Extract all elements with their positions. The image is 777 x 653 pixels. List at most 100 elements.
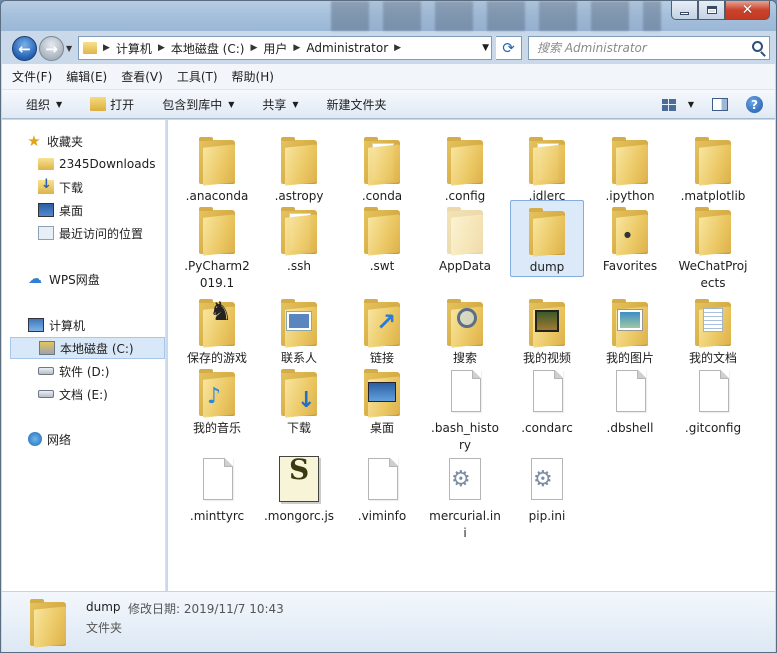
file-item[interactable]: .conda xyxy=(345,130,419,205)
script-file-icon xyxy=(275,454,323,506)
file-item[interactable]: 我的文档 xyxy=(676,292,750,367)
breadcrumb-drive-c[interactable]: 本地磁盘 (C:) xyxy=(171,40,245,57)
nav-item-downloads[interactable]: 下载 xyxy=(38,176,164,198)
share-button[interactable]: 共享 ▼ xyxy=(262,96,298,113)
new-folder-label: 新建文件夹 xyxy=(326,97,387,112)
folder-icon xyxy=(606,134,654,186)
menu-bar: 文件(F) 编辑(E) 查看(V) 工具(T) 帮助(H) xyxy=(2,64,775,90)
minimize-button[interactable] xyxy=(671,1,698,20)
search-box[interactable] xyxy=(528,36,770,60)
title-bar[interactable]: ✕ xyxy=(1,1,776,31)
file-icon xyxy=(441,366,489,418)
file-item[interactable]: .dbshell xyxy=(593,362,667,437)
close-button[interactable]: ✕ xyxy=(725,1,770,20)
nav-drive-c[interactable]: 本地磁盘 (C:) xyxy=(10,337,165,359)
file-item[interactable]: 我的视频 xyxy=(510,292,584,367)
drive-icon xyxy=(38,390,54,398)
nav-item-desktop[interactable]: 桌面 xyxy=(38,199,164,221)
star-icon: ★ xyxy=(27,132,41,150)
file-item[interactable]: .mongorc.js xyxy=(262,450,336,525)
nav-item-recent-places[interactable]: 最近访问的位置 xyxy=(38,222,164,244)
chevron-right-icon[interactable]: ▶ xyxy=(293,43,300,53)
file-icon xyxy=(523,366,571,418)
file-item[interactable]: dump xyxy=(510,200,584,277)
address-dropdown-icon[interactable]: ▼ xyxy=(482,43,489,53)
menu-file[interactable]: 文件(F) xyxy=(12,68,52,85)
nav-drive-d[interactable]: 软件 (D:) xyxy=(38,360,164,382)
file-item[interactable]: .ipython xyxy=(593,130,667,205)
recent-pages-dropdown[interactable]: ▼ xyxy=(66,44,72,53)
file-item[interactable]: 桌面 xyxy=(345,362,419,437)
breadcrumb-administrator[interactable]: Administrator xyxy=(306,41,388,55)
file-item[interactable]: .condarc xyxy=(510,362,584,437)
nav-drive-e[interactable]: 文档 (E:) xyxy=(38,383,164,405)
forward-button[interactable]: → xyxy=(39,36,64,61)
file-item[interactable]: .viminfo xyxy=(345,450,419,525)
nav-computer[interactable]: 计算机 xyxy=(28,314,164,336)
file-item[interactable]: .swt xyxy=(345,200,419,275)
open-label: 打开 xyxy=(110,97,135,112)
open-folder-icon xyxy=(90,97,107,111)
nav-item-label: 桌面 xyxy=(59,203,84,218)
breadcrumb-computer[interactable]: 计算机 xyxy=(116,40,152,57)
file-item[interactable]: .astropy xyxy=(262,130,336,205)
folder-icon xyxy=(441,296,489,348)
file-item[interactable]: .anaconda xyxy=(180,130,254,205)
file-item[interactable]: WeChatProjects xyxy=(676,200,750,292)
include-in-library-button[interactable]: 包含到库中 ▼ xyxy=(162,96,234,113)
address-bar[interactable]: ▶ 计算机 ▶ 本地磁盘 (C:) ▶ 用户 ▶ Administrator ▶… xyxy=(78,36,492,60)
maximize-button[interactable] xyxy=(698,1,725,20)
maximize-icon xyxy=(706,6,717,14)
file-item[interactable]: ♞ 保存的游戏 xyxy=(180,292,254,367)
file-item[interactable]: pip.ini xyxy=(510,450,584,525)
file-item[interactable]: ↗ 链接 xyxy=(345,292,419,367)
nav-wps-cloud[interactable]: ☁ WPS网盘 xyxy=(28,268,164,290)
menu-tools[interactable]: 工具(T) xyxy=(177,68,218,85)
file-item[interactable]: .bash_history xyxy=(428,362,502,454)
file-item[interactable]: .ssh xyxy=(262,200,336,275)
open-button[interactable]: 打开 xyxy=(90,96,134,113)
file-item[interactable]: 联系人 xyxy=(262,292,336,367)
forward-arrow-icon: → xyxy=(45,39,58,58)
nav-favorites[interactable]: ★ 收藏夹 xyxy=(26,130,164,152)
chevron-right-icon[interactable]: ▶ xyxy=(394,43,401,53)
breadcrumb-users[interactable]: 用户 xyxy=(263,40,287,57)
menu-view[interactable]: 查看(V) xyxy=(121,68,163,85)
nav-item-label: 最近访问的位置 xyxy=(59,226,144,241)
file-item[interactable]: .gitconfig xyxy=(676,362,750,437)
menu-edit[interactable]: 编辑(E) xyxy=(66,68,107,85)
search-input[interactable] xyxy=(537,41,737,55)
chevron-right-icon[interactable]: ▶ xyxy=(250,43,257,53)
change-view-icon[interactable] xyxy=(661,98,676,111)
file-item[interactable]: ● Favorites xyxy=(593,200,667,275)
chevron-right-icon[interactable]: ▶ xyxy=(158,43,165,53)
folder-icon xyxy=(275,204,323,256)
file-item[interactable]: .minttyrc xyxy=(180,450,254,525)
new-folder-button[interactable]: 新建文件夹 xyxy=(327,96,387,113)
nav-item-2345downloads[interactable]: 2345Downloads xyxy=(38,153,164,175)
help-icon[interactable]: ? xyxy=(746,96,763,113)
search-icon[interactable] xyxy=(752,41,763,52)
file-item-label: dump xyxy=(529,260,565,274)
file-item-label: 桌面 xyxy=(369,421,394,435)
file-item[interactable]: 搜索 xyxy=(428,292,502,367)
file-item[interactable]: .config xyxy=(428,130,502,205)
nav-favorites-label: 收藏夹 xyxy=(47,134,84,149)
refresh-button[interactable]: ⟳ xyxy=(496,36,522,60)
file-item[interactable]: .PyCharm2019.1 xyxy=(180,200,254,292)
file-item[interactable]: AppData xyxy=(428,200,502,275)
close-icon: ✕ xyxy=(741,2,754,18)
file-item[interactable]: ↓ 下载 xyxy=(262,362,336,437)
preview-pane-icon[interactable] xyxy=(712,98,728,111)
file-item[interactable]: .idlerc xyxy=(510,130,584,205)
organize-button[interactable]: 组织 ▼ xyxy=(26,96,62,113)
file-item[interactable]: 我的图片 xyxy=(593,292,667,367)
file-item[interactable]: mercurial.ini xyxy=(428,450,502,542)
view-options-dropdown[interactable]: ▼ xyxy=(688,100,694,109)
menu-help[interactable]: 帮助(H) xyxy=(232,68,274,85)
chevron-right-icon[interactable]: ▶ xyxy=(103,43,110,53)
back-button[interactable]: ← xyxy=(12,36,37,61)
nav-network[interactable]: 网络 xyxy=(28,428,164,450)
file-item[interactable]: ♪ 我的音乐 xyxy=(180,362,254,437)
file-item[interactable]: .matplotlib xyxy=(676,130,750,205)
